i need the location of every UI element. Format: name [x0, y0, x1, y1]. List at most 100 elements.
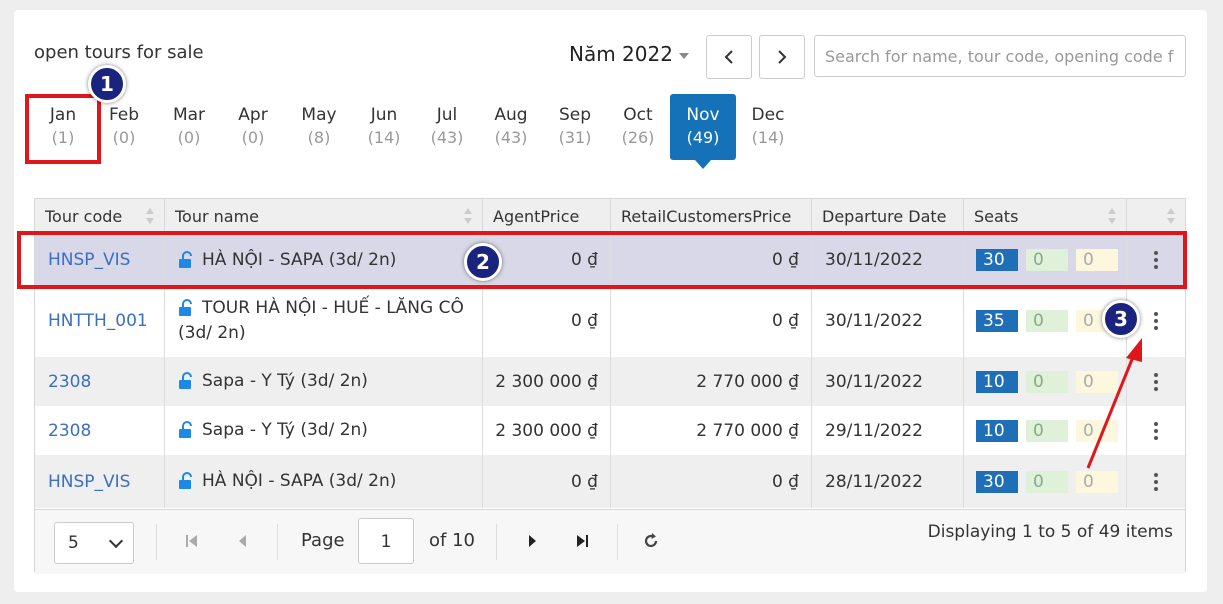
more-vertical-icon	[1154, 312, 1158, 330]
page-size-value: 5	[68, 533, 79, 553]
unlock-icon	[179, 421, 192, 438]
month-tab-label: Dec	[751, 105, 785, 125]
highlight-box-row	[17, 231, 1187, 289]
annotation-arrow-icon	[1086, 338, 1142, 469]
table-row[interactable]: 2308 Sapa - Y Tý (3d/ 2n) 2 300 000 ₫ 2 770…	[35, 357, 1185, 406]
retail-price-cell: 0 ₫	[611, 285, 812, 357]
sort-icon	[146, 208, 154, 226]
retail-price-cell: 2 770 000 ₫	[611, 406, 812, 455]
departure-date-cell: 30/11/2022	[812, 357, 964, 406]
month-tab-label: May	[301, 105, 337, 125]
last-page-icon[interactable]	[573, 532, 591, 550]
tour-name-text: Sapa - Y Tý (3d/ 2n)	[202, 420, 368, 440]
month-tab-aug[interactable]: Aug (43)	[478, 94, 544, 160]
column-header-departure-date[interactable]: Departure Date	[812, 199, 964, 234]
month-tab-count: (8)	[307, 128, 331, 147]
column-header-tour-code[interactable]: Tour code	[35, 199, 165, 234]
seats-total-badge: 35	[976, 310, 1018, 332]
search-input[interactable]	[814, 35, 1186, 77]
agent-price-cell: 0 ₫	[483, 455, 611, 508]
column-header-retail-price[interactable]: RetailCustomersPrice	[611, 199, 812, 234]
tour-name: Sapa - Y Tý (3d/ 2n)	[178, 369, 368, 394]
tour-name-cell: TOUR HÀ NỘI - HUẾ - LĂNG CÔ (3d/ 2n)	[165, 285, 483, 357]
annotation-badge: 1	[88, 65, 126, 103]
page-size-select[interactable]: 5	[54, 522, 134, 564]
highlight-box-month	[25, 94, 101, 164]
retail-price-cell: 2 770 000 ₫	[611, 357, 812, 406]
seats-total-badge: 30	[976, 470, 1018, 493]
column-header-label: Tour name	[175, 207, 260, 226]
column-header-label: Tour code	[45, 207, 123, 226]
month-tab-label: Mar	[172, 105, 206, 125]
month-tab-label: Aug	[494, 105, 528, 125]
year-label: Năm 2022	[569, 42, 673, 66]
table-row[interactable]: HNSP_VIS HÀ NỘI - SAPA (3d/ 2n) 0 ₫ 0 ₫ 28/1…	[35, 455, 1185, 508]
pagination-info: Displaying 1 to 5 of 49 items	[927, 522, 1173, 542]
tour-code-link[interactable]: 2308	[35, 406, 165, 455]
next-page-icon[interactable]	[523, 532, 541, 550]
tour-name-text: HÀ NỘI - SAPA (3d/ 2n)	[202, 471, 397, 491]
departure-date-cell: 28/11/2022	[812, 455, 964, 508]
month-tab-label: Jul	[436, 105, 458, 125]
table-header: Tour code Tour name AgentPrice RetailCus…	[35, 199, 1185, 235]
month-tab-count: (31)	[558, 128, 592, 147]
column-header-label: Seats	[974, 207, 1019, 226]
column-header-seats[interactable]: Seats	[964, 199, 1127, 234]
previous-year-button[interactable]	[706, 35, 752, 79]
divider	[617, 524, 618, 560]
month-tab-jun[interactable]: Jun (14)	[351, 94, 417, 160]
table-row[interactable]: 2308 Sapa - Y Tý (3d/ 2n) 2 300 000 ₫ 2 770…	[35, 406, 1185, 455]
month-tab-label: Jun	[370, 105, 398, 125]
unlock-icon	[179, 299, 192, 316]
table-row[interactable]: HNTTH_001 TOUR HÀ NỘI - HUẾ - LĂNG CÔ (3d…	[35, 285, 1185, 357]
more-vertical-icon	[1154, 372, 1158, 391]
chevron-down-icon	[108, 533, 124, 549]
divider	[277, 524, 278, 560]
tour-name-text: Sapa - Y Tý (3d/ 2n)	[202, 371, 368, 391]
refresh-icon[interactable]	[642, 532, 660, 550]
column-header-label: RetailCustomersPrice	[621, 207, 792, 226]
page-label: Page	[301, 530, 345, 551]
column-header-label: Departure Date	[822, 207, 947, 226]
month-tab-count: (14)	[751, 128, 785, 147]
year-selector[interactable]: Năm 2022	[569, 42, 689, 66]
previous-page-icon[interactable]	[234, 532, 252, 550]
departure-date-cell: 29/11/2022	[812, 406, 964, 455]
departure-date-cell: 30/11/2022	[812, 285, 964, 357]
month-tab-jul[interactable]: Jul (43)	[414, 94, 480, 160]
seats-total-badge: 10	[976, 370, 1018, 393]
column-header-tour-name[interactable]: Tour name	[165, 199, 483, 234]
month-tab-sep[interactable]: Sep (31)	[542, 94, 608, 160]
sort-icon	[1167, 208, 1175, 226]
month-tab-nov[interactable]: Nov (49)	[670, 94, 736, 169]
tour-name-cell: Sapa - Y Tý (3d/ 2n)	[165, 406, 483, 455]
next-year-button[interactable]	[759, 35, 805, 79]
more-vertical-icon	[1154, 472, 1158, 491]
seats-total-badge: 10	[976, 419, 1018, 442]
tour-code-link[interactable]: HNTTH_001	[35, 285, 165, 357]
month-tab-count: (0)	[241, 128, 265, 147]
agent-price-cell: 2 300 000 ₫	[483, 406, 611, 455]
tour-code-link[interactable]: HNSP_VIS	[35, 455, 165, 508]
seats-booked-badge: 0	[1026, 419, 1068, 442]
column-header-agent-price[interactable]: AgentPrice	[483, 199, 611, 234]
month-tab-mar[interactable]: Mar (0)	[156, 94, 222, 160]
month-tab-apr[interactable]: Apr (0)	[220, 94, 286, 160]
month-tab-may[interactable]: May (8)	[286, 94, 352, 160]
month-tab-count: (49)	[686, 128, 720, 147]
month-tab-label: Sep	[558, 105, 592, 125]
month-tab-label: Apr	[238, 105, 268, 125]
tour-code-link[interactable]: 2308	[35, 357, 165, 406]
sort-icon	[1108, 208, 1116, 226]
chevron-left-icon	[724, 50, 733, 64]
page-number-input[interactable]: 1	[358, 518, 414, 564]
month-tab-count: (14)	[367, 128, 401, 147]
column-header-actions[interactable]	[1127, 199, 1185, 234]
page-total-label: of 10	[429, 530, 475, 551]
month-tab-count: (43)	[430, 128, 464, 147]
month-tab-oct[interactable]: Oct (26)	[605, 94, 671, 160]
month-tab-dec[interactable]: Dec (14)	[735, 94, 801, 160]
agent-price-cell: 2 300 000 ₫	[483, 357, 611, 406]
column-header-label: AgentPrice	[493, 207, 580, 226]
first-page-icon[interactable]	[183, 532, 201, 550]
